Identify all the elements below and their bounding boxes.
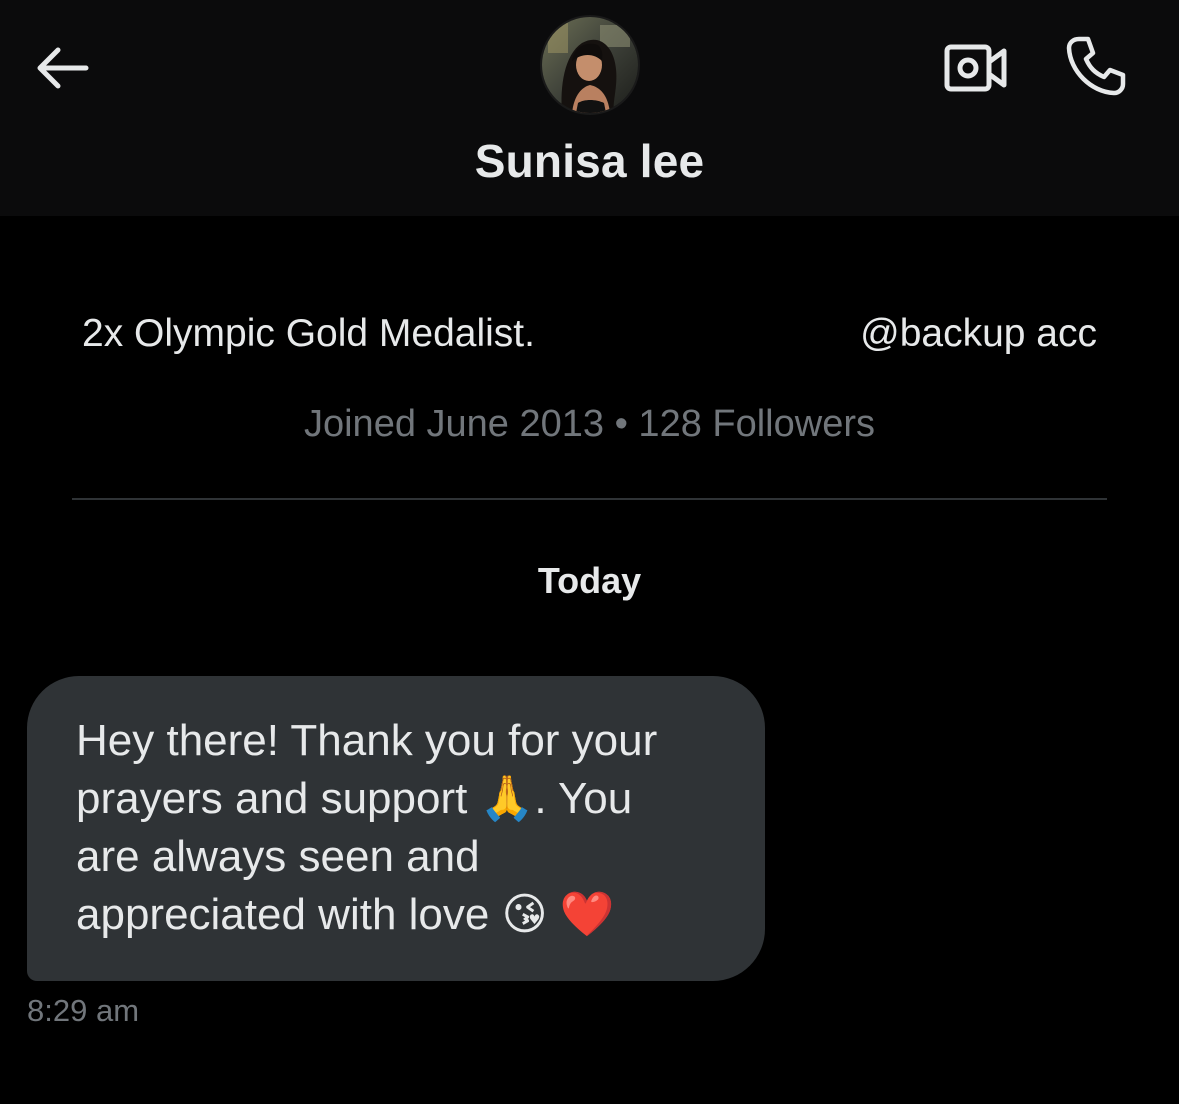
phone-icon	[1066, 36, 1126, 96]
message-bubble[interactable]: Hey there! Thank you for your prayers an…	[27, 676, 765, 981]
divider	[72, 498, 1107, 500]
bio-text: 2x Olympic Gold Medalist.	[82, 312, 535, 355]
voice-call-button[interactable]	[1058, 30, 1134, 102]
arrow-left-icon	[37, 47, 89, 89]
message-timestamp: 8:29 am	[27, 993, 140, 1028]
video-camera-icon	[944, 44, 1007, 92]
profile-meta: Joined June 2013 • 128 Followers	[303, 403, 875, 445]
bio-handle: @backup acc	[860, 312, 1097, 355]
message-text: Hey there! Thank you for your prayers an…	[76, 716, 658, 939]
avatar-image	[542, 17, 638, 113]
day-separator: Today	[537, 560, 642, 601]
page-title: Sunisa lee	[474, 135, 705, 187]
video-call-button[interactable]	[938, 36, 1014, 100]
back-button[interactable]	[28, 38, 94, 98]
conversation-header: Sunisa lee	[0, 0, 1179, 216]
avatar[interactable]	[540, 15, 640, 115]
